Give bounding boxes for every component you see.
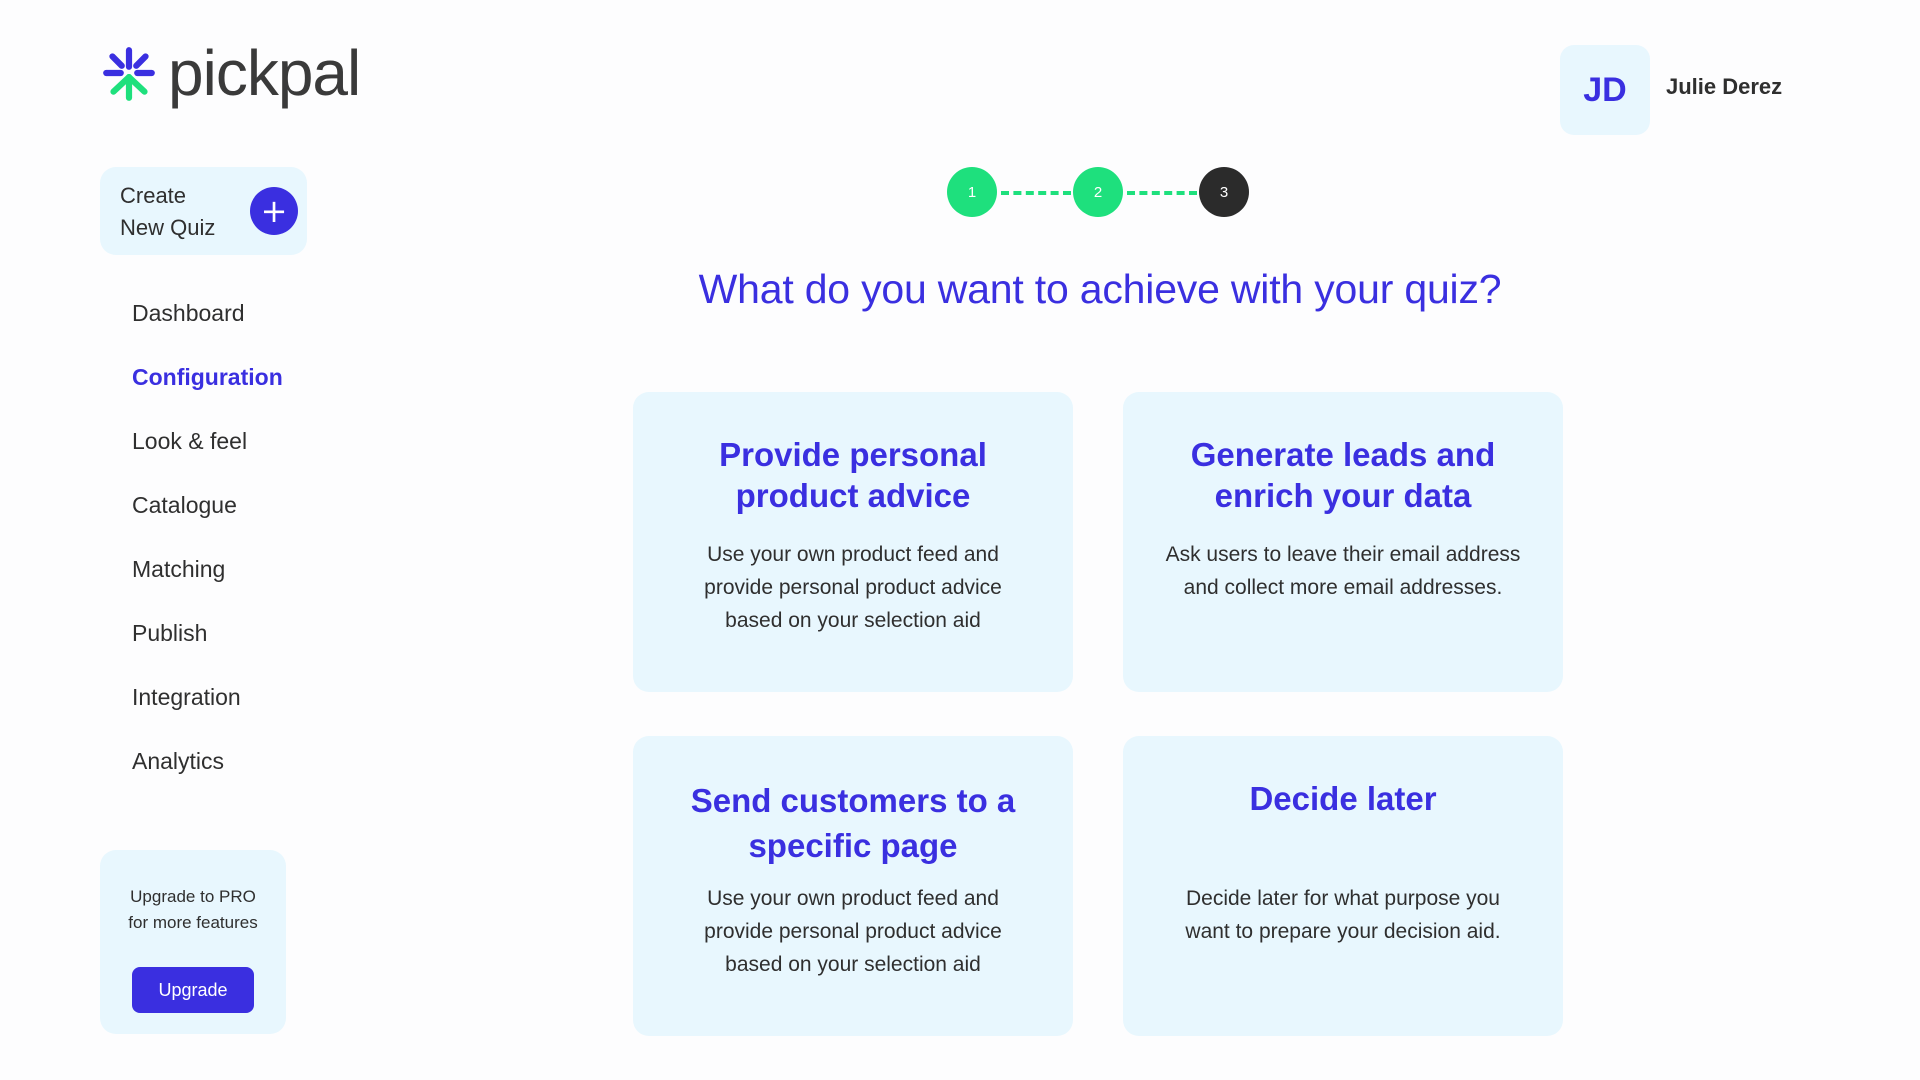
card-description: Use your own product feed and provide pe… xyxy=(704,543,1002,632)
user-name[interactable]: Julie Derez xyxy=(1666,74,1782,100)
sidebar-item-matching[interactable]: Matching xyxy=(132,552,283,616)
card-description: Decide later for what purpose you want t… xyxy=(1185,887,1501,943)
upgrade-text-line1: Upgrade to PRO xyxy=(130,887,256,906)
step-1[interactable]: 1 xyxy=(947,167,997,217)
plus-icon[interactable]: + xyxy=(250,187,298,235)
sidebar-item-analytics[interactable]: Analytics xyxy=(132,744,283,808)
card-description: Ask users to leave their email address a… xyxy=(1165,543,1521,599)
card-title: Provide personal product advice xyxy=(719,436,987,514)
card-title: Decide later xyxy=(1249,780,1437,817)
card-title: Generate leads and enrich your data xyxy=(1190,436,1496,514)
brand-name: pickpal xyxy=(168,37,361,109)
step-3[interactable]: 3 xyxy=(1199,167,1249,217)
upgrade-button[interactable]: Upgrade xyxy=(132,967,254,1013)
card-title: Send customers to a specific page xyxy=(690,782,1016,864)
sidebar-item-dashboard[interactable]: Dashboard xyxy=(132,296,283,360)
sidebar-nav: Dashboard Configuration Look & feel Cata… xyxy=(132,296,283,808)
avatar[interactable]: JD xyxy=(1560,45,1650,135)
create-label-line1: Create xyxy=(120,183,187,208)
sidebar-item-integration[interactable]: Integration xyxy=(132,680,283,744)
step-connector-2 xyxy=(1127,191,1197,195)
card-description: Use your own product feed and provide pe… xyxy=(704,887,1002,976)
upgrade-text: Upgrade to PRO for more features xyxy=(100,884,286,936)
goal-card-product-advice[interactable]: Provide personal product advice Use your… xyxy=(633,392,1073,692)
pickpal-logo-icon xyxy=(103,47,155,101)
step-connector-1 xyxy=(1001,191,1071,195)
sidebar-item-configuration[interactable]: Configuration xyxy=(132,360,283,424)
goal-card-decide-later[interactable]: Decide later Decide later for what purpo… xyxy=(1123,736,1563,1036)
sidebar-item-publish[interactable]: Publish xyxy=(132,616,283,680)
sidebar-item-catalogue[interactable]: Catalogue xyxy=(132,488,283,552)
create-new-quiz-label: Create New Quiz xyxy=(120,180,240,244)
goal-card-generate-leads[interactable]: Generate leads and enrich your data Ask … xyxy=(1123,392,1563,692)
sidebar-item-look-and-feel[interactable]: Look & feel xyxy=(132,424,283,488)
create-new-quiz-button[interactable]: Create New Quiz + xyxy=(100,167,307,255)
upgrade-card: Upgrade to PRO for more features Upgrade xyxy=(100,850,286,1034)
pickpal-logo[interactable]: pickpal xyxy=(98,37,361,109)
create-label-line2: New Quiz xyxy=(120,215,216,240)
upgrade-text-line2: for more features xyxy=(128,913,258,932)
page-title: What do you want to achieve with your qu… xyxy=(698,266,1502,312)
step-2[interactable]: 2 xyxy=(1073,167,1123,217)
goal-card-send-customers[interactable]: Send customers to a specific page Use yo… xyxy=(633,736,1073,1036)
